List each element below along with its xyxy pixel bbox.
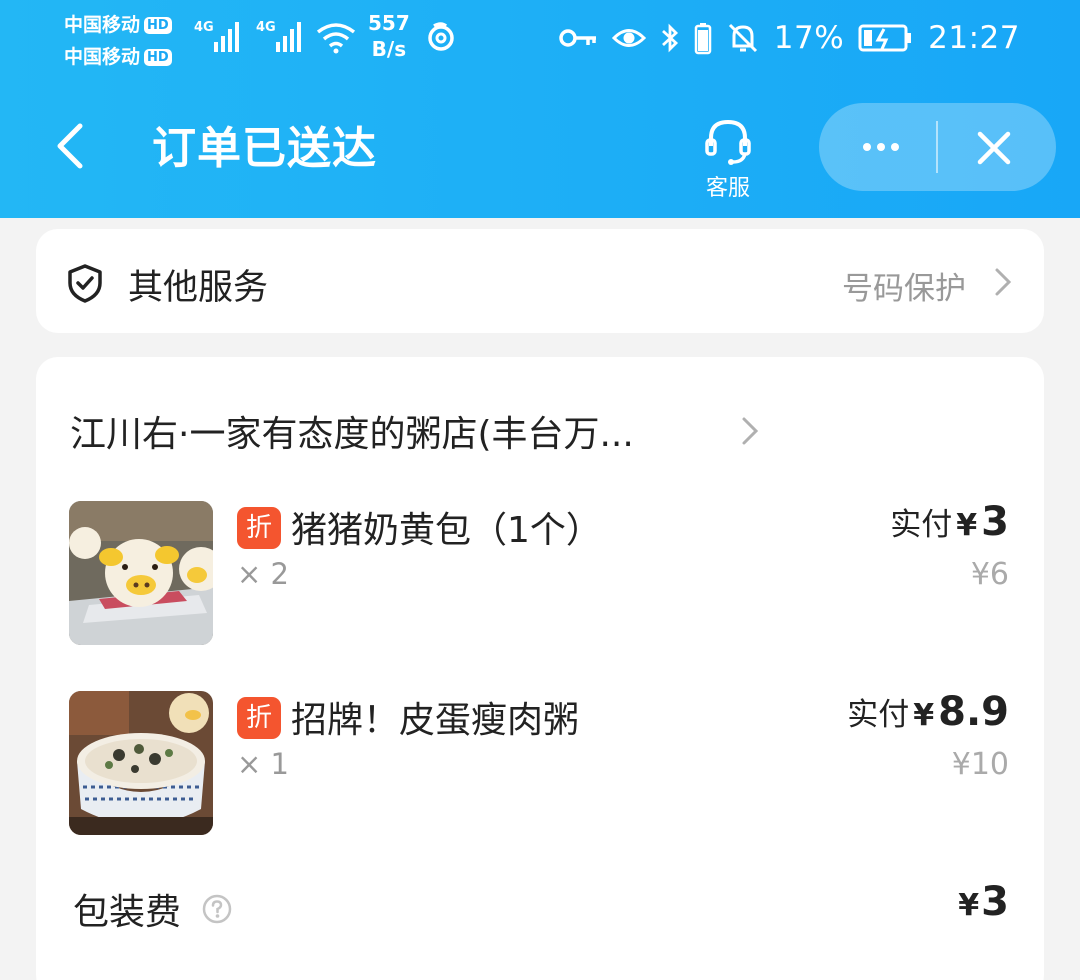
headset-icon [705,119,751,165]
paid-currency: ¥ [913,698,935,733]
item-name: 猪猪奶黄包（1个） [291,510,602,551]
network-speed: 557 B/s [368,10,410,62]
order-item[interactable]: 折 招牌！皮蛋瘦肉粥 × 1 实付 ¥ 8.9 ¥10 [69,689,1009,837]
original-price: ¥10 [951,747,1009,782]
back-button[interactable] [46,116,94,176]
packaging-fee-amount: 3 [981,879,1009,925]
number-protection-link[interactable]: 号码保护 [842,263,966,308]
battery-percent: 17% [773,20,845,56]
paid-currency: ¥ [956,508,978,543]
paid-label: 实付 [847,697,910,733]
paid-amount: 3 [981,499,1009,545]
network-type-2: 4G [256,20,276,35]
carrier-1: 中国移动 HD [64,10,172,37]
page-title: 订单已送达 [152,123,377,174]
shield-icon [68,264,102,303]
eye-icon [611,29,646,47]
clock: 21:27 [928,20,1020,56]
item-thumbnail-custard-bun [69,501,213,645]
miniprogram-capsule [819,103,1056,191]
discount-badge: 折 [237,507,281,549]
bluetooth-icon [661,23,678,53]
netease-icon [428,22,454,51]
network-type-1: 4G [194,20,214,35]
original-price: ¥6 [970,557,1009,592]
network-speed-unit: B/s [371,37,407,61]
key-icon [559,29,596,47]
customer-service-button[interactable]: 客服 [690,116,766,202]
wifi-icon [316,23,356,54]
item-quantity: × 1 [237,747,289,781]
signal-icon: 4G [256,20,301,52]
discount-badge: 折 [237,697,281,739]
signal-icon: 4G [194,20,239,52]
status-bar: 中国移动 HD 中国移动 HD 4G 4G 557 B/s 17% 21:27 [0,0,1080,80]
mute-bell-icon [728,23,757,53]
close-icon[interactable] [975,129,1013,167]
paid-price: 实付 ¥ 8.9 [847,689,1009,735]
customer-service-label: 客服 [705,176,750,201]
paid-label: 实付 [890,507,953,543]
item-thumbnail-congee [69,691,213,835]
other-services-card[interactable]: 其他服务 号码保护 [36,229,1044,333]
packaging-fee-price: ¥ 3 [958,879,1009,925]
carrier-2: 中国移动 HD [64,42,172,69]
packaging-fee-currency: ¥ [958,888,980,923]
help-icon[interactable] [201,893,233,925]
hd-badge: HD [144,17,172,34]
battery-icon [694,23,711,55]
app-header: 中国移动 HD 中国移动 HD 4G 4G 557 B/s 17% 21:27 … [0,0,1080,218]
chevron-right-icon[interactable] [740,415,760,447]
carrier-2-name: 中国移动 [64,46,141,68]
order-card: 江川右·一家有态度的粥店(丰台万... 折 猪猪奶黄包（1个） × 2 实付 ¥… [36,357,1044,980]
paid-amount: 8.9 [938,689,1009,735]
order-item[interactable]: 折 猪猪奶黄包（1个） × 2 实付 ¥ 3 ¥6 [69,499,1009,647]
chevron-right-icon [995,268,1012,296]
status-icons: 17% 21:27 [558,18,1020,58]
packaging-fee-row: 包装费 ¥ 3 [73,879,1009,933]
carrier-1-name: 中国移动 [64,14,141,36]
shop-name-link[interactable]: 江川右·一家有态度的粥店(丰台万... [70,405,634,457]
network-speed-value: 557 [368,11,410,35]
charging-icon [858,24,912,52]
paid-price: 实付 ¥ 3 [890,499,1009,545]
packaging-fee-label: 包装费 [73,892,182,933]
more-icon[interactable] [859,131,903,163]
other-services-title: 其他服务 [128,268,269,308]
item-name: 招牌！皮蛋瘦肉粥 [291,700,580,741]
hd-badge: HD [144,49,172,66]
item-quantity: × 2 [237,557,289,591]
capsule-divider [936,121,938,173]
